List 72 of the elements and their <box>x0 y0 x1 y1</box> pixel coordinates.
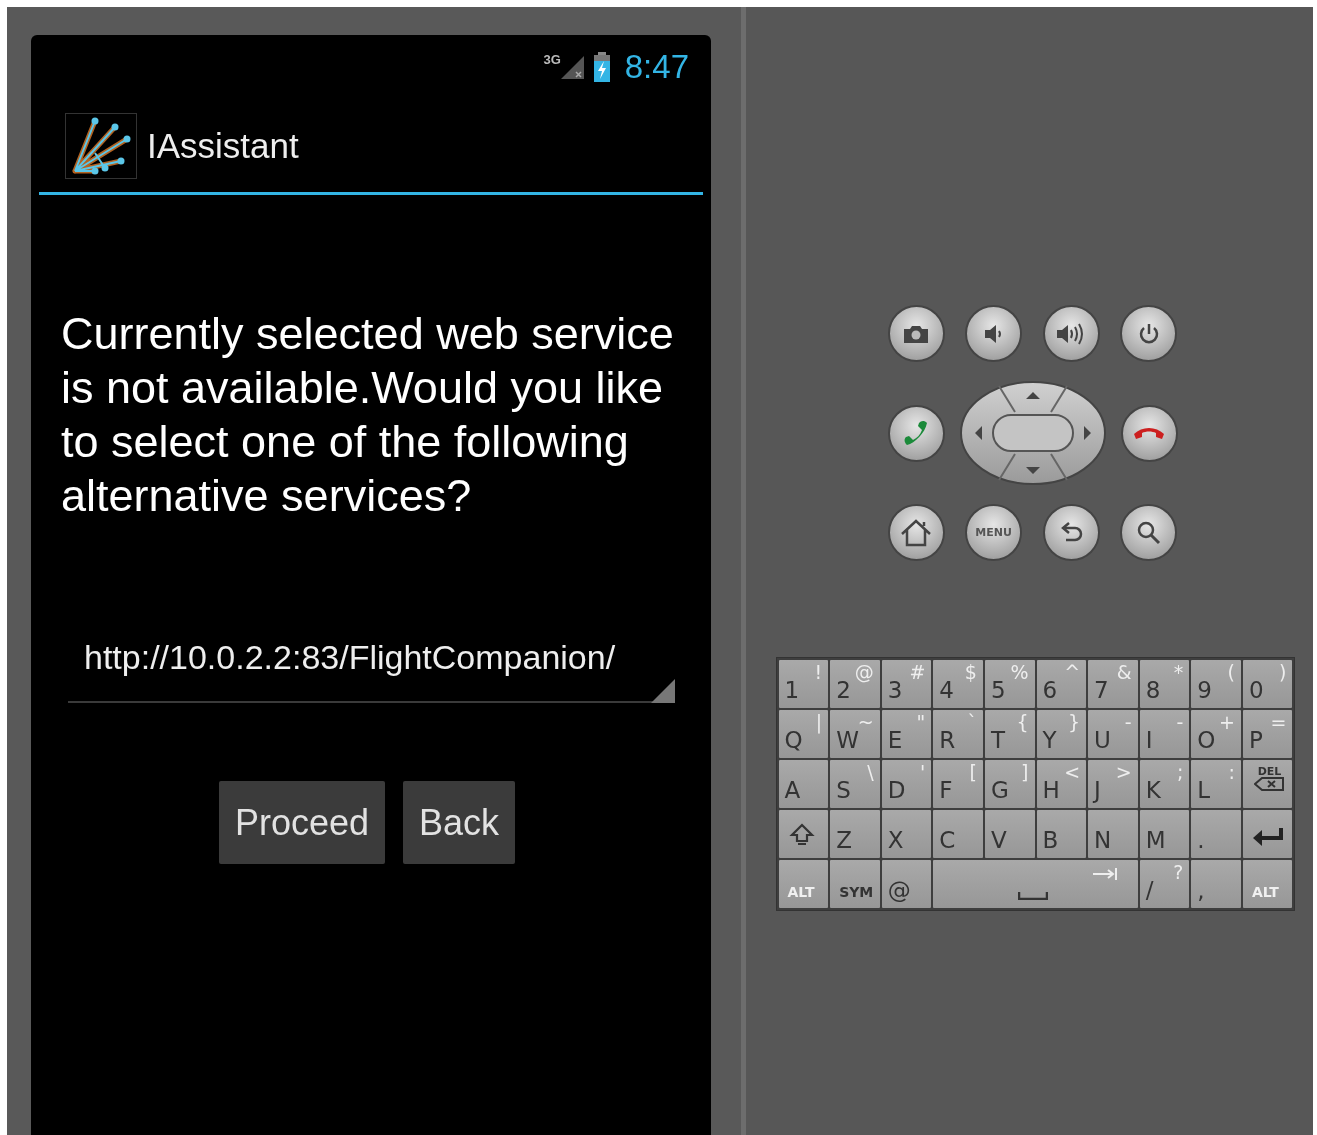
keyboard-key[interactable]: O + <box>1191 710 1241 758</box>
keyboard-key[interactable]: 1 ! <box>778 660 829 708</box>
url-field[interactable]: http://10.0.2.2:83/FlightCompanion/ <box>68 621 675 703</box>
resize-corner-icon <box>651 679 675 703</box>
keyboard-key[interactable]: ALT <box>1242 860 1293 908</box>
keyboard-key[interactable]: I - <box>1139 710 1190 758</box>
battery-icon <box>592 52 611 82</box>
camera-icon <box>902 323 930 344</box>
keyboard-key[interactable]: D ' <box>881 760 932 808</box>
volume-down-button[interactable] <box>965 305 1023 362</box>
keyboard-key[interactable]: C <box>933 810 983 858</box>
hang-up-icon <box>1132 425 1166 441</box>
keyboard-key[interactable]: N <box>1088 810 1138 858</box>
shift-icon <box>788 822 815 848</box>
network-type: 3G <box>543 52 561 67</box>
dpad[interactable] <box>958 380 1107 486</box>
keyboard-key[interactable]: E " <box>881 710 932 758</box>
keyboard-key[interactable]: L : <box>1191 760 1241 808</box>
keyboard-key[interactable]: R ` <box>933 710 983 758</box>
keyboard-key[interactable]: 3 # <box>881 660 932 708</box>
keyboard-key[interactable]: W ~ <box>830 710 880 758</box>
keyboard-key[interactable]: X <box>881 810 932 858</box>
keyboard-key[interactable]: K ; <box>1139 760 1190 808</box>
keyboard-key[interactable]: DEL <box>1242 760 1293 808</box>
keyboard-key[interactable]: S \ <box>830 760 880 808</box>
dialog-button[interactable]: Back <box>403 781 516 864</box>
keyboard-key[interactable]: , <box>1191 860 1241 908</box>
menu-button[interactable]: MENU <box>965 504 1023 561</box>
keyboard-key[interactable]: @ <box>881 860 932 908</box>
dialog-button[interactable]: Proceed <box>218 781 385 864</box>
camera-button[interactable] <box>887 305 945 362</box>
keyboard-key[interactable]: B <box>1036 810 1087 858</box>
tab-arrow-icon <box>1091 868 1118 880</box>
keyboard-key[interactable]: J > <box>1088 760 1138 808</box>
keyboard-key[interactable]: 2 @ <box>830 660 880 708</box>
volume-up-button[interactable] <box>1042 305 1100 362</box>
message-text: Currently selected web service is not available.Would you like to select one of the following alternative services? <box>61 307 675 523</box>
app-icon <box>65 112 137 179</box>
keyboard-key[interactable]: A <box>778 760 829 808</box>
keyboard-key[interactable]: U - <box>1088 710 1138 758</box>
keyboard-key[interactable]: 8 * <box>1139 660 1190 708</box>
home-icon <box>899 517 933 548</box>
home-button[interactable] <box>887 504 945 561</box>
keyboard-key[interactable]: SYM <box>830 860 880 908</box>
keyboard-key[interactable]: 6 ^ <box>1036 660 1087 708</box>
back-button[interactable] <box>1042 504 1100 561</box>
keyboard-key[interactable] <box>778 810 829 858</box>
keyboard-key[interactable]: 9 ( <box>1191 660 1241 708</box>
search-button[interactable] <box>1120 504 1178 561</box>
power-button[interactable] <box>1120 305 1178 362</box>
keyboard-key[interactable] <box>1242 810 1293 858</box>
keyboard-key[interactable]: P = <box>1242 710 1293 758</box>
keyboard-key[interactable]: Q | <box>778 710 829 758</box>
keyboard-key[interactable]: . <box>1191 810 1241 858</box>
keyboard-key[interactable]: ALT <box>778 860 829 908</box>
keyboard-key[interactable]: H < <box>1036 760 1087 808</box>
keyboard-key[interactable]: F [ <box>933 760 983 808</box>
keyboard-key[interactable]: G ] <box>984 760 1035 808</box>
keyboard-key[interactable]: 4 $ <box>933 660 983 708</box>
keyboard-key[interactable]: Z <box>830 810 880 858</box>
keyboard-key[interactable]: / ? <box>1139 860 1190 908</box>
keyboard-key[interactable]: V <box>984 810 1035 858</box>
keyboard-key[interactable]: M <box>1139 810 1190 858</box>
keyboard-key[interactable]: 0 ) <box>1242 660 1293 708</box>
keyboard-key[interactable]: T { <box>984 710 1035 758</box>
space-bar-icon <box>1018 892 1049 900</box>
app-title: IAssistant <box>147 125 299 166</box>
backspace-icon <box>1254 777 1285 791</box>
clock: 8:47 <box>624 48 689 86</box>
keyboard-key[interactable]: Y } <box>1036 710 1087 758</box>
keyboard-key[interactable]: 5 % <box>984 660 1035 708</box>
keyboard-key[interactable]: 7 & <box>1088 660 1138 708</box>
